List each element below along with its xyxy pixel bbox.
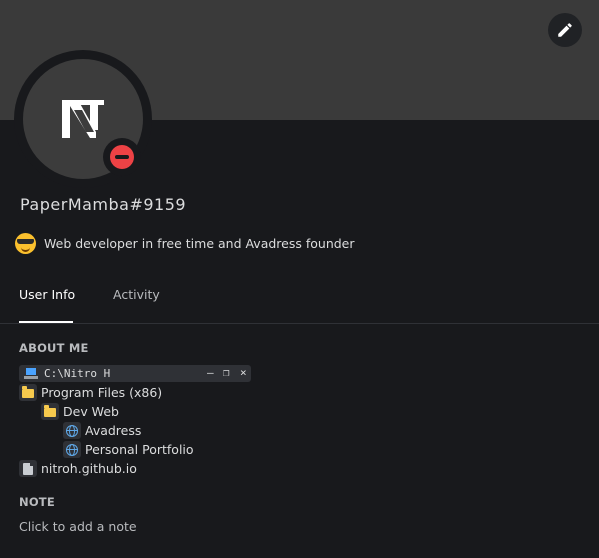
active-tab-indicator <box>19 321 73 323</box>
custom-status-text: Web developer in free time and Avadress … <box>44 236 355 251</box>
tree-item-label: nitroh.github.io <box>41 461 137 476</box>
profile-tabs: User Info Activity <box>0 278 599 324</box>
about-me-heading: ABOUT ME <box>19 341 89 355</box>
close-icon: × <box>240 366 247 379</box>
sunglasses-emoji-icon <box>15 233 36 254</box>
tree-item-github-io: nitroh.github.io <box>19 460 137 477</box>
restore-icon: ❐ <box>223 366 230 379</box>
window-titlebar: C:\Nitro H – ❐ × <box>19 365 251 382</box>
username: PaperMamba#9159 <box>20 195 187 214</box>
tree-item-label: Avadress <box>85 423 142 438</box>
custom-status: Web developer in free time and Avadress … <box>15 233 355 254</box>
note-heading: NOTE <box>19 495 55 509</box>
page-icon <box>23 462 33 475</box>
tree-item-label: Personal Portfolio <box>85 442 194 457</box>
folder-icon <box>44 405 56 417</box>
nitro-logo-icon <box>62 100 104 138</box>
tree-item-label: Program Files (x86) <box>41 385 163 400</box>
do-not-disturb-status-icon <box>110 145 134 169</box>
pencil-icon <box>558 23 572 37</box>
tree-item-personal-portfolio: Personal Portfolio <box>63 441 194 458</box>
note-input[interactable]: Click to add a note <box>19 519 137 534</box>
globe-icon <box>66 443 78 456</box>
minimize-icon: – <box>207 366 214 379</box>
tab-activity[interactable]: Activity <box>113 287 160 302</box>
tree-item-avadress: Avadress <box>63 422 141 439</box>
tree-item-label: Dev Web <box>63 404 119 419</box>
edit-profile-button[interactable] <box>548 13 582 47</box>
window-title: C:\Nitro H <box>44 367 111 380</box>
laptop-icon <box>24 368 38 379</box>
tree-item-program-files: Program Files (x86) <box>19 384 162 401</box>
tab-user-info[interactable]: User Info <box>19 287 75 302</box>
tree-item-dev-web: Dev Web <box>41 403 119 420</box>
folder-icon <box>22 386 34 398</box>
globe-icon <box>66 424 78 437</box>
